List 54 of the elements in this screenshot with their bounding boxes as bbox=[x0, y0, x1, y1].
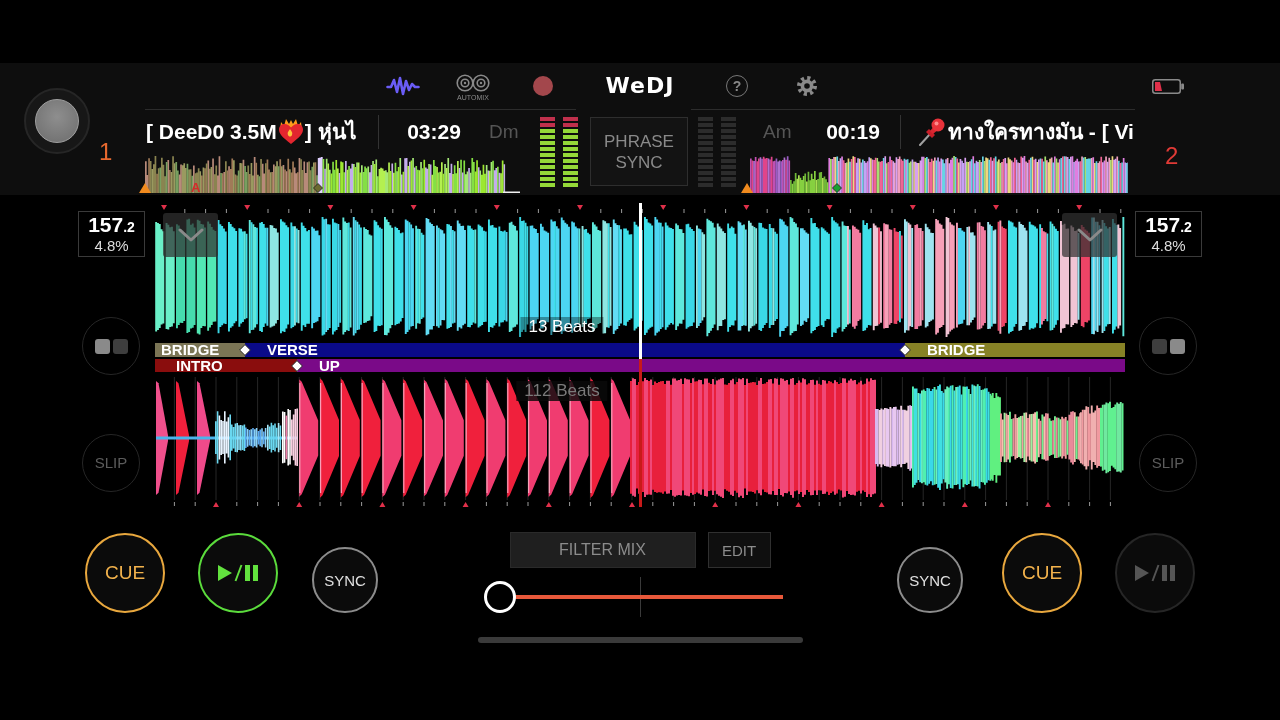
two-squares-icon bbox=[1151, 338, 1185, 354]
bpm-readout: 157.2 bbox=[1145, 214, 1192, 238]
pushpin-icon bbox=[918, 117, 946, 146]
settings-icon[interactable] bbox=[797, 76, 817, 96]
track-time: 03:29 bbox=[407, 118, 461, 145]
play-pause-icon bbox=[218, 564, 258, 582]
dropdown-button[interactable] bbox=[1062, 213, 1117, 257]
track-title: [ DeeD0 3.5M bbox=[146, 118, 277, 145]
app-logo: WeDJ bbox=[605, 73, 675, 99]
diamond-marker-icon bbox=[899, 344, 911, 356]
sync-button[interactable]: SYNC bbox=[897, 547, 963, 613]
phrase-sync-button[interactable]: PHRASE SYNC bbox=[590, 117, 688, 186]
beat-count-label: 112 Beats bbox=[516, 381, 608, 401]
key-label: Am bbox=[763, 119, 792, 144]
triangle-marker-icon bbox=[139, 183, 151, 193]
record-button[interactable] bbox=[533, 76, 553, 96]
waveform-icon[interactable] bbox=[386, 76, 420, 96]
triangle-marker-icon bbox=[741, 183, 753, 193]
phrase-label: BRIDGE bbox=[161, 343, 220, 357]
slip-button[interactable]: SLIP bbox=[1139, 434, 1197, 492]
chevron-down-icon bbox=[1076, 228, 1103, 242]
key-label: Dm bbox=[489, 119, 519, 144]
diamond-marker-icon bbox=[313, 183, 323, 193]
pitch-readout: 4.8% bbox=[94, 238, 129, 254]
hot-cue-label: A bbox=[191, 181, 201, 195]
diamond-marker-icon bbox=[239, 344, 251, 356]
track-title: ] หุ่นไ bbox=[304, 118, 357, 145]
dropdown-button[interactable] bbox=[163, 213, 218, 257]
phrase-label: BRIDGE bbox=[927, 343, 986, 357]
slider-thumb[interactable] bbox=[484, 581, 516, 613]
diamond-marker-icon bbox=[832, 183, 842, 193]
slip-button[interactable]: SLIP bbox=[82, 434, 140, 492]
two-squares-icon bbox=[94, 338, 128, 354]
phrase-label: UP bbox=[319, 358, 340, 373]
battery-icon bbox=[1152, 79, 1184, 94]
phrase-label: VERSE bbox=[267, 343, 318, 357]
pitch-readout: 4.8% bbox=[1151, 238, 1186, 254]
cue-button[interactable]: CUE bbox=[85, 533, 165, 613]
chevron-down-icon bbox=[177, 228, 204, 242]
cue-button[interactable]: CUE bbox=[1002, 533, 1082, 613]
diamond-marker-icon bbox=[291, 359, 303, 372]
bpm-readout: 157.2 bbox=[88, 214, 135, 238]
track-title: ทางใครทางมัน - [ Vi bbox=[948, 118, 1134, 145]
edit-button[interactable]: EDIT bbox=[707, 532, 771, 568]
filter-mix-button[interactable]: FILTER MIX bbox=[509, 532, 696, 568]
double-ring-icon bbox=[456, 74, 490, 92]
deck-number: 2 bbox=[1165, 143, 1179, 169]
deck-number: 1 bbox=[99, 139, 113, 165]
beat-count-label: 13 Beats bbox=[520, 317, 604, 337]
flaming-heart-icon bbox=[277, 118, 304, 145]
play-pause-icon bbox=[1135, 564, 1175, 582]
track-time: 00:19 bbox=[826, 118, 880, 145]
phrase-label: INTRO bbox=[176, 358, 223, 373]
sync-button[interactable]: SYNC bbox=[312, 547, 378, 613]
